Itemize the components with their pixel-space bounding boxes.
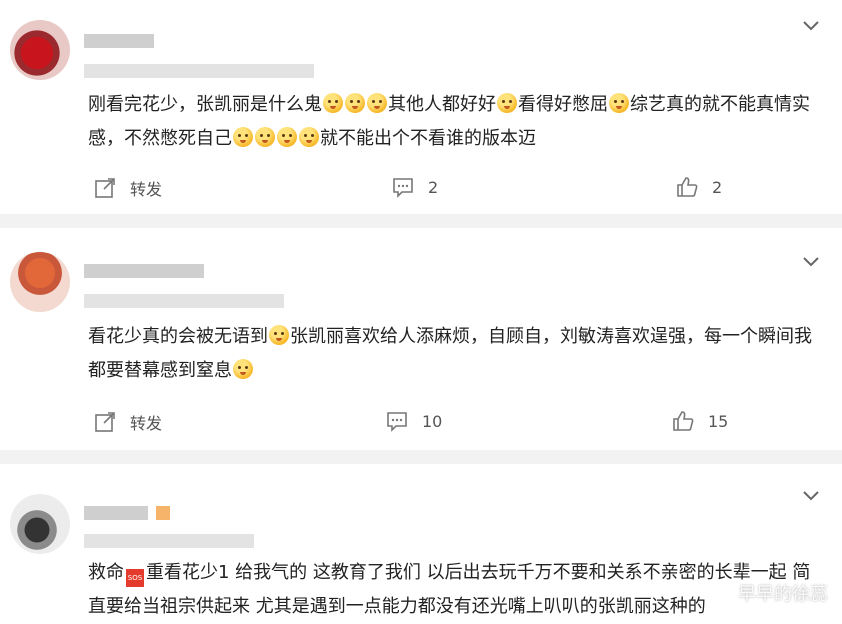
- chevron-down-icon[interactable]: [800, 14, 822, 36]
- speechless-emoji-icon: [609, 93, 629, 113]
- speechless-emoji-icon: [497, 93, 517, 113]
- username[interactable]: [84, 264, 204, 278]
- username[interactable]: [84, 34, 154, 48]
- comment-card: 看花少真的会被无语到 张凯丽喜欢给人添麻烦，自顾自，刘敏涛喜欢逞强，每一个瞬间我都…: [0, 228, 842, 450]
- like-button[interactable]: 2: [676, 176, 722, 198]
- smirk-emoji-icon: [299, 127, 319, 147]
- post-meta: [84, 64, 314, 78]
- sos-emoji-icon: SOS: [126, 569, 144, 587]
- avatar[interactable]: [10, 252, 70, 312]
- yum-emoji-icon: [367, 93, 387, 113]
- comment-button[interactable]: 2: [392, 176, 438, 198]
- share-icon: [95, 178, 115, 198]
- smirk-emoji-icon: [233, 127, 253, 147]
- fainting-emoji-icon: [233, 359, 253, 379]
- chevron-down-icon[interactable]: [800, 484, 822, 506]
- avatar[interactable]: [10, 20, 70, 80]
- smirk-emoji-icon: [277, 127, 297, 147]
- comment-text: 救命 SOS 重看花少1 给我气的 这教育了我们 以后出去玩千万不要和关系不亲密的长…: [88, 562, 811, 617]
- sweat-emoji-icon: [269, 325, 289, 345]
- username[interactable]: [84, 506, 148, 520]
- post-meta: [84, 534, 254, 548]
- yum-emoji-icon: [323, 93, 343, 113]
- comment-button[interactable]: 10: [386, 410, 442, 432]
- yum-emoji-icon: [345, 93, 365, 113]
- avatar[interactable]: [10, 494, 70, 554]
- watermark: 早早的徐蕊: [738, 584, 828, 605]
- comment-icon: [393, 178, 413, 198]
- repost-button[interactable]: 转发: [94, 176, 162, 200]
- comment-card: 刚看完花少，张凯丽是什么鬼 其他人都好好 看得好憋屈 综艺真的就不能真情实感，不然憋死…: [0, 0, 842, 214]
- like-button[interactable]: 15: [672, 410, 728, 432]
- vip-badge-icon: [156, 506, 170, 520]
- thumbs-up-icon: [677, 177, 698, 197]
- smirk-emoji-icon: [255, 127, 275, 147]
- repost-button[interactable]: 转发: [94, 410, 162, 434]
- comment-card: 救命 SOS 重看花少1 给我气的 这教育了我们 以后出去玩千万不要和关系不亲密的长…: [0, 464, 842, 622]
- divider: [0, 214, 842, 228]
- post-meta: [84, 294, 284, 308]
- comment-icon: [387, 412, 407, 432]
- thumbs-up-icon: [673, 411, 694, 431]
- divider: [0, 450, 842, 464]
- share-icon: [95, 412, 115, 432]
- comment-text: 刚看完花少，张凯丽是什么鬼 其他人都好好 看得好憋屈 综艺真的就不能真情实感，不然憋死…: [88, 93, 810, 149]
- comment-text: 看花少真的会被无语到 张凯丽喜欢给人添麻烦，自顾自，刘敏涛喜欢逞强，每一个瞬间我都…: [88, 325, 812, 381]
- chevron-down-icon[interactable]: [800, 250, 822, 272]
